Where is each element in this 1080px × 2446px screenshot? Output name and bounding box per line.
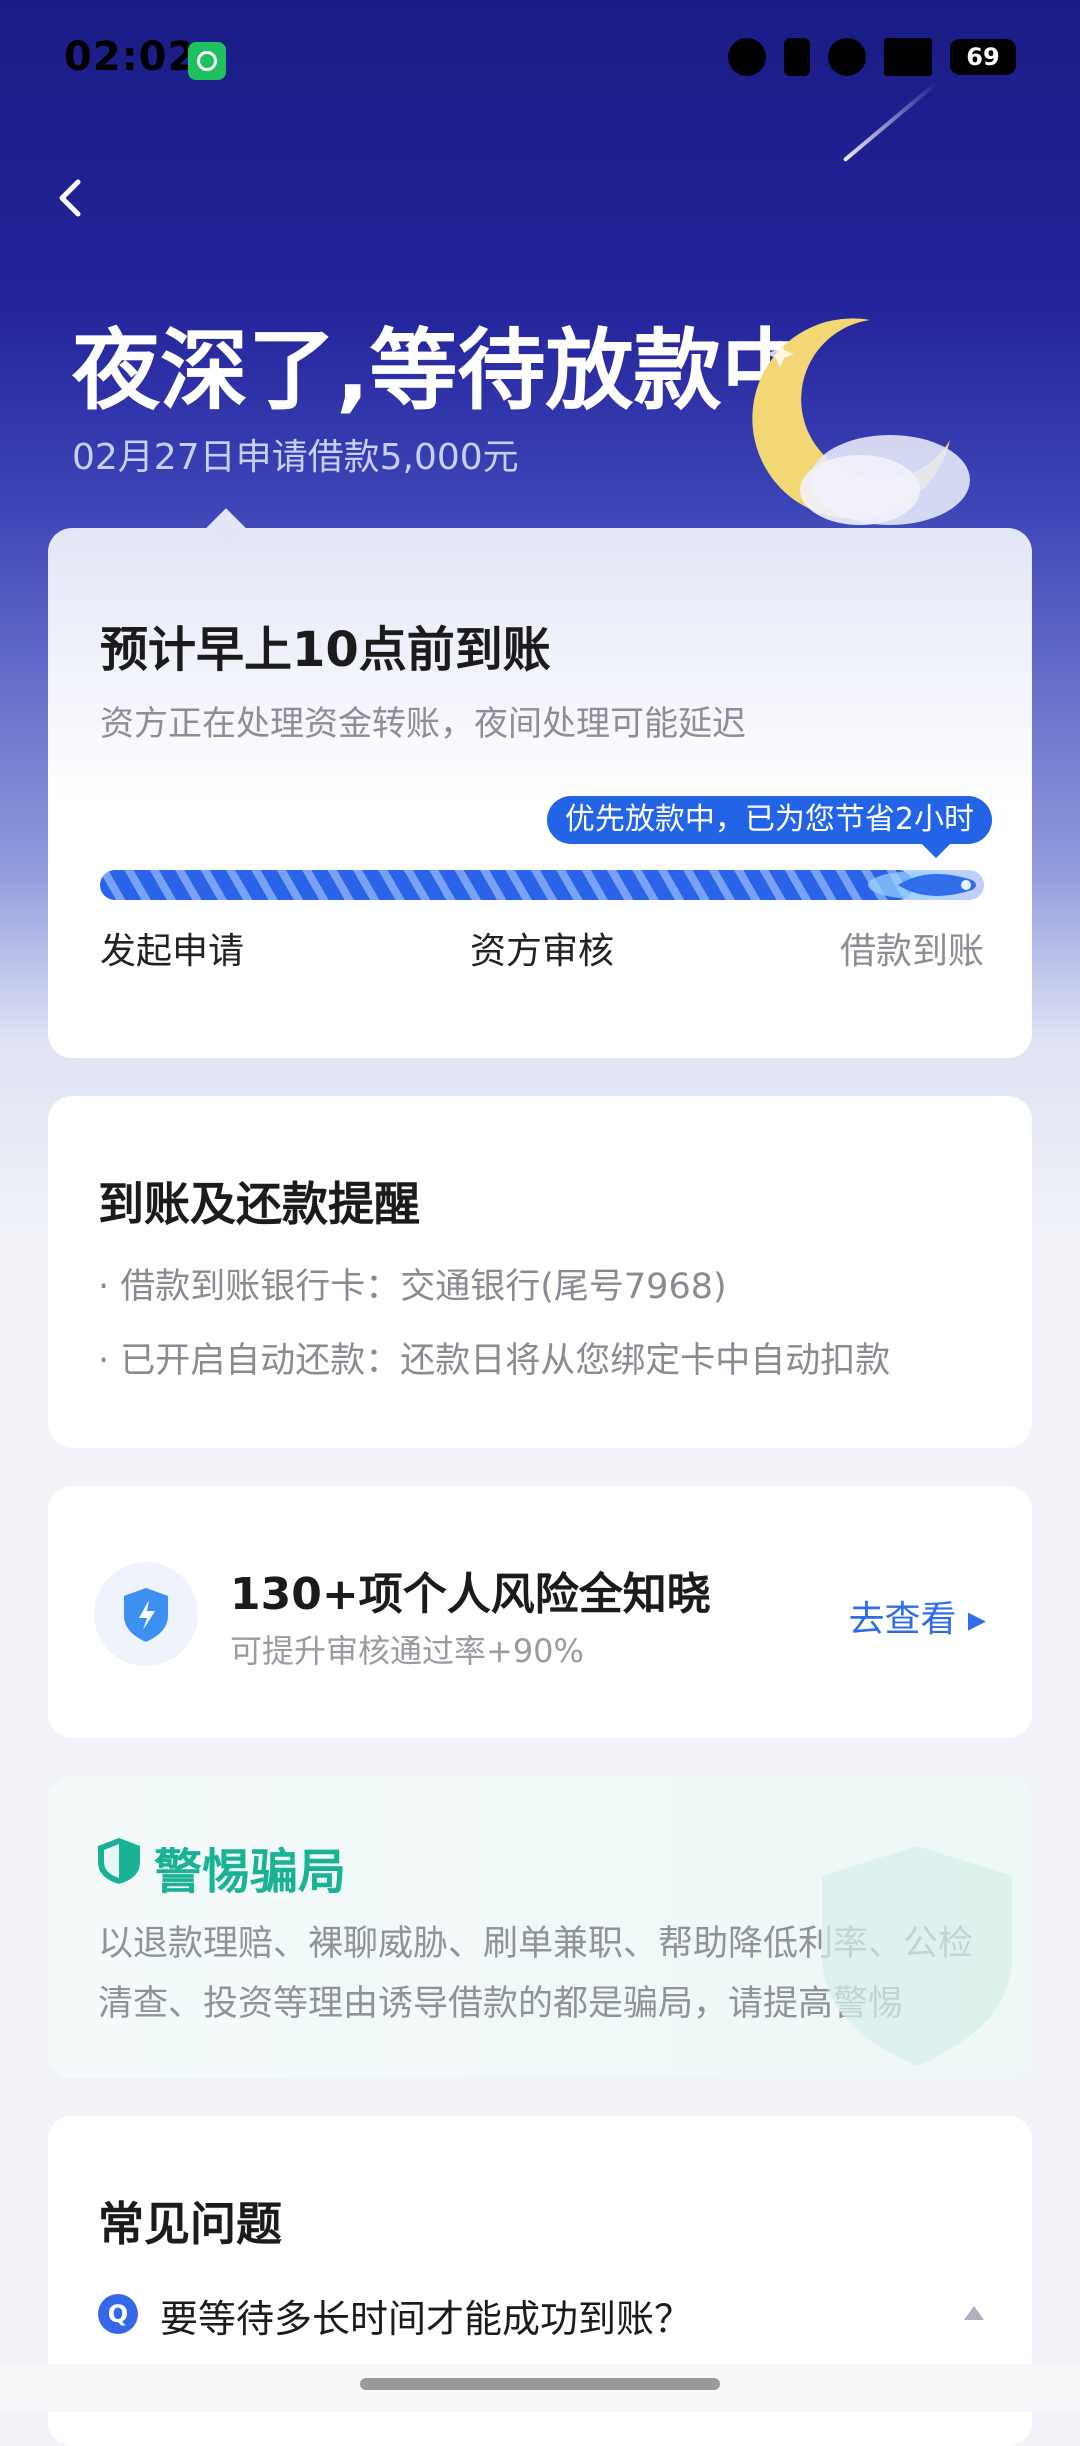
risk-subtitle: 可提升审核通过率+90% xyxy=(230,1632,584,1670)
fraud-warning-card: 警惕骗局 以退款理赔、裸聊威胁、刷单兼职、帮助降低利率、公检清查、投资等理由诱导… xyxy=(48,1776,1032,2078)
status-time: 02:02 xyxy=(64,34,197,80)
step-disbursed: 借款到账 xyxy=(839,931,984,972)
view-risk-link[interactable]: 去查看 ▸ xyxy=(848,1590,986,1642)
status-icons: 69 xyxy=(728,38,1016,76)
rocket-icon xyxy=(868,871,976,899)
progress-card: 预计早上10点前到账 资方正在处理资金转账，夜间处理可能延迟 优先放款中，已为您… xyxy=(48,508,1032,1058)
reminder-card: 到账及还款提醒 · 借款到账银行卡：交通银行(尾号7968) · 已开启自动还款… xyxy=(48,1096,1032,1448)
risk-card[interactable]: 130+项个人风险全知晓 可提升审核通过率+90% 去查看 ▸ xyxy=(48,1486,1032,1738)
faq-question[interactable]: 要等待多长时间才能成功到账？ xyxy=(160,2288,692,2343)
progress-fill xyxy=(100,870,914,900)
reminder-title: 到账及还款提醒 xyxy=(98,1177,420,1231)
5g-signal-icon xyxy=(884,38,932,76)
step-apply: 发起申请 xyxy=(100,931,245,972)
eta-title: 预计早上10点前到账 xyxy=(100,622,551,678)
app-notification-icon xyxy=(188,42,226,80)
reminder-auto-repay: · 已开启自动还款：还款日将从您绑定卡中自动扣款 xyxy=(98,1341,891,1381)
priority-tip: 优先放款中，已为您节省2小时 xyxy=(546,796,992,844)
progress-steps: 发起申请 资方审核 借款到账 xyxy=(100,922,984,974)
back-icon[interactable] xyxy=(50,178,90,218)
page-title: 夜深了,等待放款中 xyxy=(72,319,810,422)
reminder-bank-card: · 借款到账银行卡：交通银行(尾号7968) xyxy=(98,1267,727,1307)
location-icon xyxy=(828,38,866,76)
progress-bar xyxy=(100,870,984,900)
moon-cloud-icon xyxy=(752,318,970,525)
shield-check-icon xyxy=(98,1838,140,1884)
shield-watermark-icon xyxy=(822,1846,1012,2066)
shield-lightning-icon xyxy=(94,1562,198,1666)
vibrate-icon xyxy=(784,38,810,76)
risk-title: 130+项个人风险全知晓 xyxy=(230,1569,711,1620)
application-summary: 02月27日申请借款5,000元 xyxy=(72,437,519,478)
eta-subtitle: 资方正在处理资金转账，夜间处理可能延迟 xyxy=(100,704,746,744)
alarm-icon xyxy=(728,38,766,76)
step-review: 资方审核 xyxy=(469,931,614,972)
faq-title: 常见问题 xyxy=(98,2197,282,2251)
battery-icon: 69 xyxy=(950,39,1016,75)
fraud-title: 警惕骗局 xyxy=(154,1844,347,1900)
home-indicator[interactable] xyxy=(360,2378,720,2390)
question-badge-icon: Q xyxy=(98,2294,138,2334)
collapse-arrow-icon[interactable] xyxy=(964,2306,984,2320)
